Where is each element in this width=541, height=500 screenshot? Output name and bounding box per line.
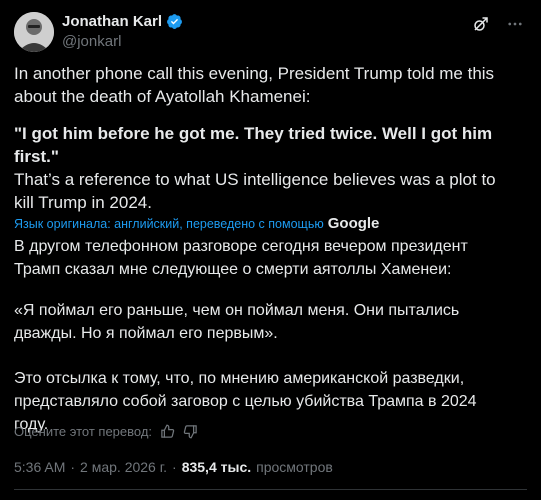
tweet-actions-top xyxy=(471,14,525,34)
tweet-quote-paragraph: "I got him before he got me. They tried … xyxy=(14,124,497,166)
avatar-photo xyxy=(14,12,54,52)
author-name[interactable]: Jonathan Karl xyxy=(62,13,162,30)
verified-badge-icon xyxy=(166,13,183,30)
grok-icon[interactable] xyxy=(471,14,491,34)
rate-translation-label: Оцените этот перевод: xyxy=(14,424,153,439)
more-icon[interactable] xyxy=(505,14,525,34)
views-label: просмотров xyxy=(256,459,333,475)
tweet-text-paragraph: That’s a reference to what US intelligen… xyxy=(14,170,501,212)
tweet-date[interactable]: 2 мар. 2026 г. xyxy=(80,459,167,475)
thumbs-up-icon[interactable] xyxy=(160,424,175,439)
views-count: 835,4 тыс. xyxy=(181,459,252,475)
divider xyxy=(14,489,527,490)
google-logo: Google xyxy=(327,215,380,232)
translated-paragraph: В другом телефонном разговоре сегодня ве… xyxy=(14,238,473,278)
avatar[interactable] xyxy=(14,12,54,52)
rate-translation-row: Оцените этот перевод: xyxy=(14,424,198,439)
tweet-text-paragraph: In another phone call this evening, Pres… xyxy=(14,64,499,106)
tweet-time[interactable]: 5:36 AM xyxy=(14,459,65,475)
author-row: Jonathan Karl xyxy=(62,13,183,30)
translation-label-text: Язык оригинала: английский, переведено с… xyxy=(14,216,324,231)
meta-separator: · xyxy=(172,459,177,475)
tweet-meta: 5:36 AM · 2 мар. 2026 г. · 835,4 тыс. пр… xyxy=(14,459,333,475)
thumbs-down-icon[interactable] xyxy=(183,424,198,439)
translated-paragraph: «Я поймал его раньше, чем он поймал меня… xyxy=(14,302,464,342)
meta-separator: · xyxy=(70,459,76,475)
author-handle[interactable]: @jonkarl xyxy=(62,33,121,50)
translation-label[interactable]: Язык оригинала: английский, переведено с… xyxy=(14,215,379,232)
